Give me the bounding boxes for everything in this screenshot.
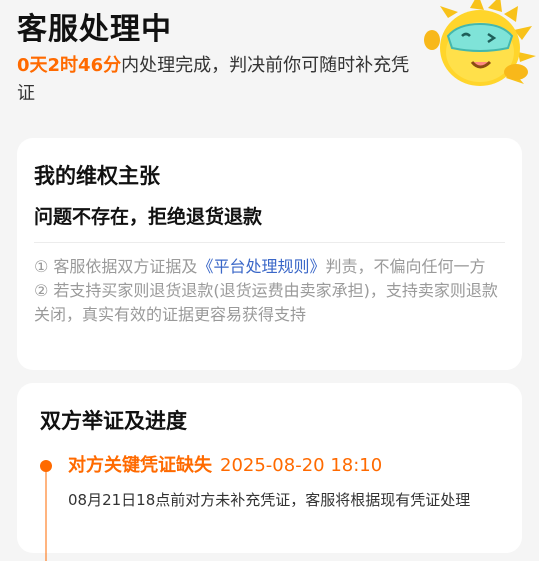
mascot-illustration [424, 0, 536, 86]
rule1-prefix: ① 客服依据双方证据及 [34, 257, 198, 276]
event-status: 对方关键凭证缺失 [68, 455, 212, 476]
status-subtitle: 0天2时46分内处理完成，判决前你可随时补充凭证 [17, 52, 422, 108]
divider [34, 242, 505, 243]
status-header: 客服处理中 0天2时46分内处理完成，判决前你可随时补充凭证 [0, 0, 539, 130]
timeline-line [45, 471, 47, 561]
page-title: 客服处理中 [17, 12, 172, 47]
rules-text: ① 客服依据双方证据及《平台处理规则》判责，不偏向任何一方 ② 若支持买家则退货… [34, 255, 506, 327]
countdown-timer: 0天2时46分 [17, 55, 122, 76]
rule1-suffix: 判责，不偏向任何一方 [325, 257, 486, 276]
rule-item-1: ① 客服依据双方证据及《平台处理规则》判责，不偏向任何一方 [34, 255, 506, 279]
timeline-event-header: 对方关键凭证缺失 2025-08-20 18:10 [68, 454, 382, 478]
claim-card: 我的维权主张 问题不存在，拒绝退货退款 ① 客服依据双方证据及《平台处理规则》判… [17, 138, 522, 370]
event-description: 08月21日18点前对方未补充凭证，客服将根据现有凭证处理 [68, 491, 471, 509]
progress-card: 双方举证及进度 对方关键凭证缺失 2025-08-20 18:10 08月21日1… [17, 383, 522, 561]
progress-card-title: 双方举证及进度 [40, 409, 187, 433]
platform-rules-link[interactable]: 《平台处理规则》 [197, 257, 325, 276]
event-time: 2025-08-20 18:10 [220, 455, 383, 476]
claim-text: 问题不存在，拒绝退货退款 [34, 206, 263, 228]
timeline-dot [40, 460, 52, 472]
rule-item-2: ② 若支持买家则退货退款(退货运费由卖家承担)，支持卖家则退款关闭，真实有效的证… [34, 281, 498, 324]
claim-card-title: 我的维权主张 [34, 164, 160, 188]
